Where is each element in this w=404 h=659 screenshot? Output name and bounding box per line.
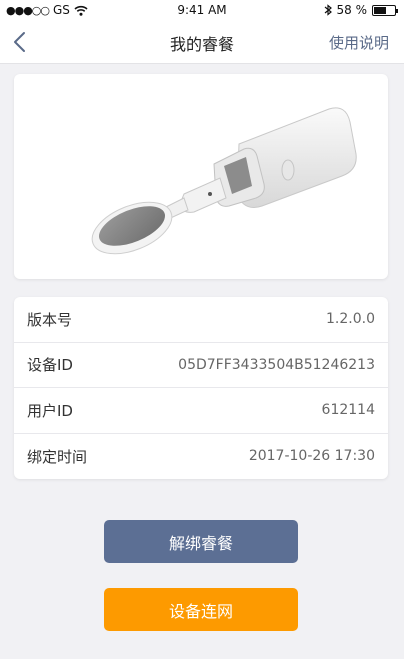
- info-row-version: 版本号 1.2.0.0: [14, 297, 388, 343]
- status-right: 58 %: [324, 3, 398, 17]
- bind-time-label: 绑定时间: [27, 447, 88, 466]
- nav-bar: 我的睿餐 使用说明: [0, 20, 404, 64]
- device-id-label: 设备ID: [27, 356, 73, 375]
- user-id-label: 用户ID: [27, 401, 73, 420]
- version-value: 1.2.0.0: [326, 311, 375, 328]
- version-label: 版本号: [27, 310, 73, 329]
- info-row-user-id: 用户ID 612114: [14, 388, 388, 434]
- screen: ●●●○○ GS 9:41 AM 58 % 我的睿餐 使用说明 版本号 1.2.…: [0, 0, 404, 659]
- device-image-card: [14, 74, 388, 279]
- status-bar: ●●●○○ GS 9:41 AM 58 %: [0, 0, 404, 20]
- device-image: [91, 107, 357, 255]
- info-row-device-id: 设备ID 05D7FF3433504B51246213: [14, 343, 388, 388]
- battery-icon: [372, 4, 398, 16]
- battery-percent: 58 %: [336, 3, 368, 17]
- help-link[interactable]: 使用说明: [329, 32, 389, 53]
- device-info-card: 版本号 1.2.0.0 设备ID 05D7FF3433504B51246213 …: [14, 297, 388, 479]
- device-id-value: 05D7FF3433504B51246213: [178, 356, 375, 373]
- unbind-button[interactable]: 解绑睿餐: [104, 520, 298, 563]
- bluetooth-icon: [324, 4, 332, 16]
- bind-time-value: 2017-10-26 17:30: [248, 448, 375, 465]
- info-row-bind-time: 绑定时间 2017-10-26 17:30: [14, 434, 388, 480]
- battery-level: [374, 6, 386, 14]
- network-setup-button[interactable]: 设备连网: [104, 588, 298, 631]
- user-id-value: 612114: [321, 402, 375, 419]
